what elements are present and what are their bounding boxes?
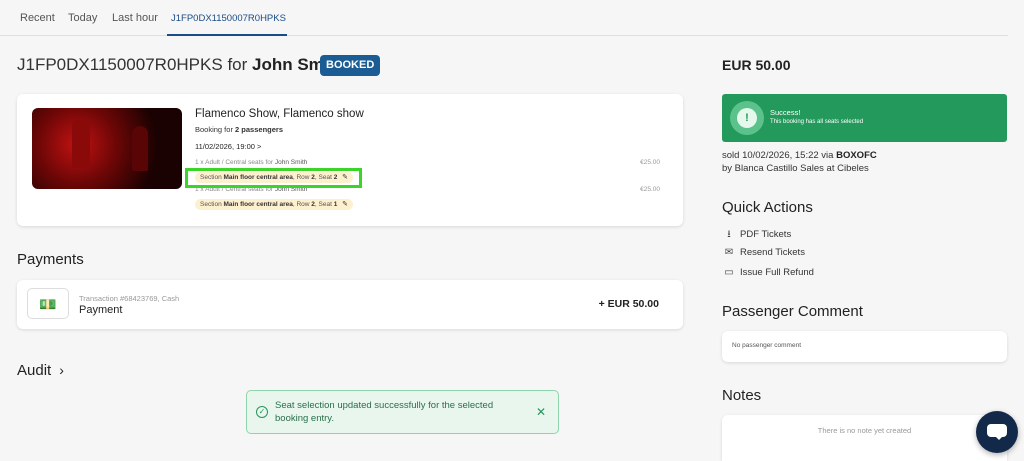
tab-bar: Recent Today Last hour J1FP0DX1150007R0H… (0, 0, 1008, 36)
notes-heading: Notes (722, 387, 762, 404)
payment-label: Payment (79, 304, 123, 316)
chevron-right-icon: › (59, 362, 64, 378)
tab-today[interactable]: Today (68, 12, 97, 24)
download-icon: ⭳ (727, 229, 731, 240)
toast-message: Seat selection updated successfully for … (275, 400, 494, 424)
action-label: Issue Full Refund (740, 267, 814, 278)
payments-heading: Payments (17, 251, 84, 268)
event-datetime-link[interactable]: 11/02/2026, 19:00 > (195, 142, 261, 151)
action-label: Resend Tickets (740, 247, 805, 258)
close-icon[interactable]: ✕ (536, 405, 546, 419)
pdf-tickets-action[interactable]: ⭳ PDF Tickets (722, 227, 791, 244)
audit-toggle[interactable]: Audit › (17, 362, 64, 379)
payment-card: 💵 Transaction #68423769, Cash Payment + … (17, 280, 683, 329)
show-title: Flamenco Show, Flamenco show (195, 108, 364, 120)
highlight-box (185, 168, 362, 188)
booking-card: Flamenco Show, Flamenco show Booking for… (17, 94, 683, 226)
booking-for: Booking for 2 passengers (195, 125, 283, 134)
success-subtitle: This booking has all seats selected (770, 119, 864, 125)
success-banner: ! Success! This booking has all seats se… (722, 94, 1007, 142)
check-circle-icon: ✓ (256, 406, 268, 418)
success-title: Success! (770, 108, 801, 117)
card-icon: ▭ (724, 267, 734, 278)
section-prefix: Section (200, 201, 222, 208)
passenger-comment-text: No passenger comment (732, 342, 802, 349)
notes-empty-text: There is no note yet created (817, 426, 912, 435)
tab-last-hour[interactable]: Last hour (112, 12, 158, 24)
active-tab-indicator (167, 34, 287, 36)
transaction-meta: Transaction #68423769, Cash (79, 294, 180, 303)
row-prefix: , Row (292, 201, 310, 208)
show-thumbnail (32, 108, 182, 189)
booking-total: EUR 50.00 (722, 57, 791, 73)
passenger-count: 2 passengers (235, 125, 283, 134)
passenger-comment-heading: Passenger Comment (722, 303, 863, 320)
tab-recent[interactable]: Recent (20, 12, 55, 24)
sold-date: sold 10/02/2026, 15:22 via (722, 150, 834, 161)
edit-seat-icon[interactable]: ✎ (342, 199, 348, 210)
tab-booking[interactable]: J1FP0DX1150007R0HPKS (171, 13, 286, 24)
cash-icon: 💵 (27, 288, 69, 319)
action-label: PDF Tickets (740, 229, 792, 240)
resend-tickets-action[interactable]: ✉ Resend Tickets (722, 247, 805, 258)
seat-prefix: , Seat (314, 201, 332, 208)
success-icon: ! (730, 101, 764, 135)
section-name: Main floor central area (223, 201, 293, 208)
page-title: J1FP0DX1150007R0HPKS for John Smith (17, 55, 345, 75)
ticket-price: €25.00 (640, 159, 660, 166)
booking-reference: J1FP0DX1150007R0HPKS (17, 55, 223, 74)
passenger-comment-card: No passenger comment (722, 331, 1007, 362)
ticket-line: 1 x Adult / Central seats for John Smith (195, 159, 307, 166)
ticket-price: €25.00 (640, 186, 660, 193)
notes-card: There is no note yet created (722, 415, 1007, 461)
title-for-word: for (227, 55, 248, 74)
sold-info: sold 10/02/2026, 15:22 via BOXOFC by Bla… (722, 150, 877, 175)
ticket-holder: John Smith (274, 159, 308, 166)
ticket-description: 1 x Adult / Central seats for (195, 159, 274, 166)
quick-actions-heading: Quick Actions (722, 199, 813, 216)
issue-refund-action[interactable]: ▭ Issue Full Refund (722, 267, 814, 278)
status-badge: BOOKED (320, 55, 381, 76)
success-toast: ✓ Seat selection updated successfully fo… (246, 390, 559, 434)
chat-button[interactable] (976, 411, 1018, 453)
mail-icon: ✉ (724, 247, 734, 258)
payment-amount: + EUR 50.00 (598, 298, 659, 310)
seat-pill[interactable]: Section Main floor central area, Row 2, … (195, 199, 354, 210)
sold-by: by Blanca Castillo Sales at Cibeles (722, 162, 869, 174)
booking-for-prefix: Booking for (195, 125, 233, 134)
audit-heading: Audit (17, 362, 52, 379)
sold-channel: BOXOFC (836, 150, 877, 161)
seat-number: 1 (333, 201, 338, 208)
